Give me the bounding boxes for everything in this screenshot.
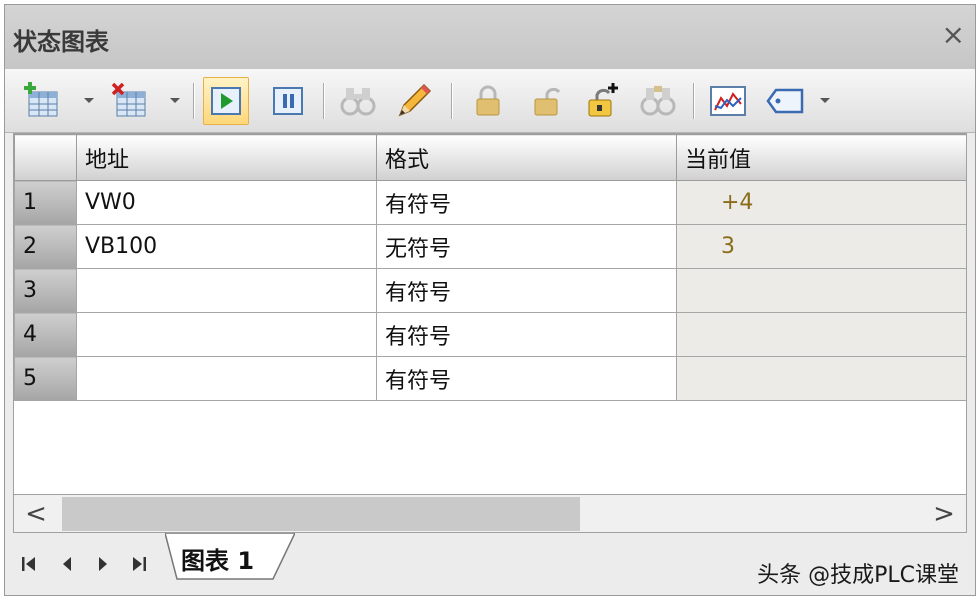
title-bar: 状态图表 × — [5, 5, 975, 69]
pause-icon — [273, 87, 303, 115]
insert-row-button[interactable] — [19, 77, 65, 125]
trend-chart-icon — [710, 86, 746, 116]
header-corner[interactable] — [14, 134, 77, 181]
table-delete-icon — [111, 82, 146, 117]
watermark-text: 头条 @技成PLC课堂 — [757, 563, 959, 588]
first-icon — [22, 557, 35, 571]
prev-sheet-button[interactable] — [55, 551, 79, 577]
read-forced-button[interactable] — [635, 77, 681, 125]
header-address[interactable]: 地址 — [76, 134, 377, 181]
window-title: 状态图表 — [13, 28, 109, 56]
sheet-bar: 图表 1 头条 @技成PLC课堂 — [5, 533, 975, 595]
header-current-value[interactable]: 当前值 — [676, 134, 966, 181]
address-cell[interactable] — [76, 356, 377, 401]
scroll-left-button[interactable]: < — [18, 499, 54, 529]
sheet-tab-chart1[interactable]: 图表 1 — [165, 533, 295, 581]
dropdown-arrow-icon — [170, 98, 180, 103]
scroll-right-button[interactable]: > — [926, 499, 962, 529]
address-cell[interactable]: VB100 — [76, 224, 377, 269]
unlock-all-icon — [588, 83, 618, 117]
format-cell[interactable]: 有符号 — [376, 356, 677, 401]
current-value-cell — [676, 268, 966, 313]
format-cell[interactable]: 有符号 — [376, 268, 677, 313]
header-format[interactable]: 格式 — [376, 134, 677, 181]
table-row: 4 有符号 — [14, 312, 966, 357]
delete-row-button[interactable] — [107, 77, 153, 125]
unforce-all-button[interactable] — [579, 77, 625, 125]
last-icon — [133, 557, 146, 571]
address-cell[interactable] — [76, 312, 377, 357]
play-icon — [211, 87, 241, 115]
format-cell[interactable]: 有符号 — [376, 312, 677, 357]
row-number[interactable]: 5 — [14, 356, 77, 401]
row-number[interactable]: 2 — [14, 224, 77, 269]
current-value-cell: 3 — [676, 224, 966, 269]
format-cell[interactable]: 有符号 — [376, 180, 677, 225]
binoculars-icon — [340, 88, 376, 116]
status-table: 地址 格式 当前值 1 VW0 有符号 +4 2 VB100 无符号 3 3 有… — [13, 133, 967, 495]
prev-icon — [63, 557, 71, 571]
toolbar-separator — [693, 83, 695, 119]
table-row: 2 VB100 无符号 3 — [14, 224, 966, 269]
insert-row-dropdown[interactable] — [81, 91, 97, 111]
tag-button[interactable] — [763, 77, 809, 125]
row-number[interactable]: 3 — [14, 268, 77, 313]
binoculars-lock-icon — [640, 86, 676, 116]
current-value-cell: +4 — [676, 180, 966, 225]
toolbar-separator — [323, 83, 325, 119]
first-sheet-button[interactable] — [17, 551, 41, 577]
current-value-cell — [676, 312, 966, 357]
next-sheet-button[interactable] — [91, 551, 115, 577]
address-cell[interactable] — [76, 268, 377, 313]
row-number[interactable]: 1 — [14, 180, 77, 225]
table-row: 1 VW0 有符号 +4 — [14, 180, 966, 225]
row-number[interactable]: 4 — [14, 312, 77, 357]
force-button[interactable] — [465, 77, 511, 125]
last-sheet-button[interactable] — [127, 551, 151, 577]
status-chart-window: 状态图表 × 地址 格式 当前值 1 VW0 有符号 +4 2 VB100 无符… — [4, 4, 976, 596]
address-cell[interactable]: VW0 — [76, 180, 377, 225]
table-header-row: 地址 格式 当前值 — [14, 134, 966, 181]
close-button[interactable]: × — [942, 21, 965, 49]
delete-row-dropdown[interactable] — [167, 91, 183, 111]
tag-dropdown[interactable] — [817, 91, 833, 111]
unforce-button[interactable] — [523, 77, 569, 125]
table-row: 3 有符号 — [14, 268, 966, 313]
trend-view-button[interactable] — [705, 77, 751, 125]
toolbar-separator — [193, 83, 195, 119]
pencil-icon — [398, 83, 432, 117]
table-add-icon — [24, 82, 58, 117]
dropdown-arrow-icon — [84, 98, 94, 103]
horizontal-scrollbar[interactable]: < > — [13, 495, 967, 533]
current-value-cell — [676, 356, 966, 401]
toolbar — [5, 69, 975, 133]
table-row: 5 有符号 — [14, 356, 966, 401]
format-cell[interactable]: 无符号 — [376, 224, 677, 269]
next-icon — [99, 557, 107, 571]
read-button[interactable] — [335, 77, 381, 125]
pause-button[interactable] — [265, 77, 311, 125]
sheet-tab-label: 图表 1 — [181, 547, 255, 575]
scroll-thumb[interactable] — [62, 497, 580, 531]
dropdown-arrow-icon — [820, 98, 830, 103]
lock-icon — [476, 85, 500, 116]
chart-status-button[interactable] — [203, 77, 249, 125]
write-button[interactable] — [391, 77, 437, 125]
tag-icon — [766, 88, 804, 114]
unlock-icon — [534, 87, 561, 116]
toolbar-separator — [451, 83, 453, 119]
